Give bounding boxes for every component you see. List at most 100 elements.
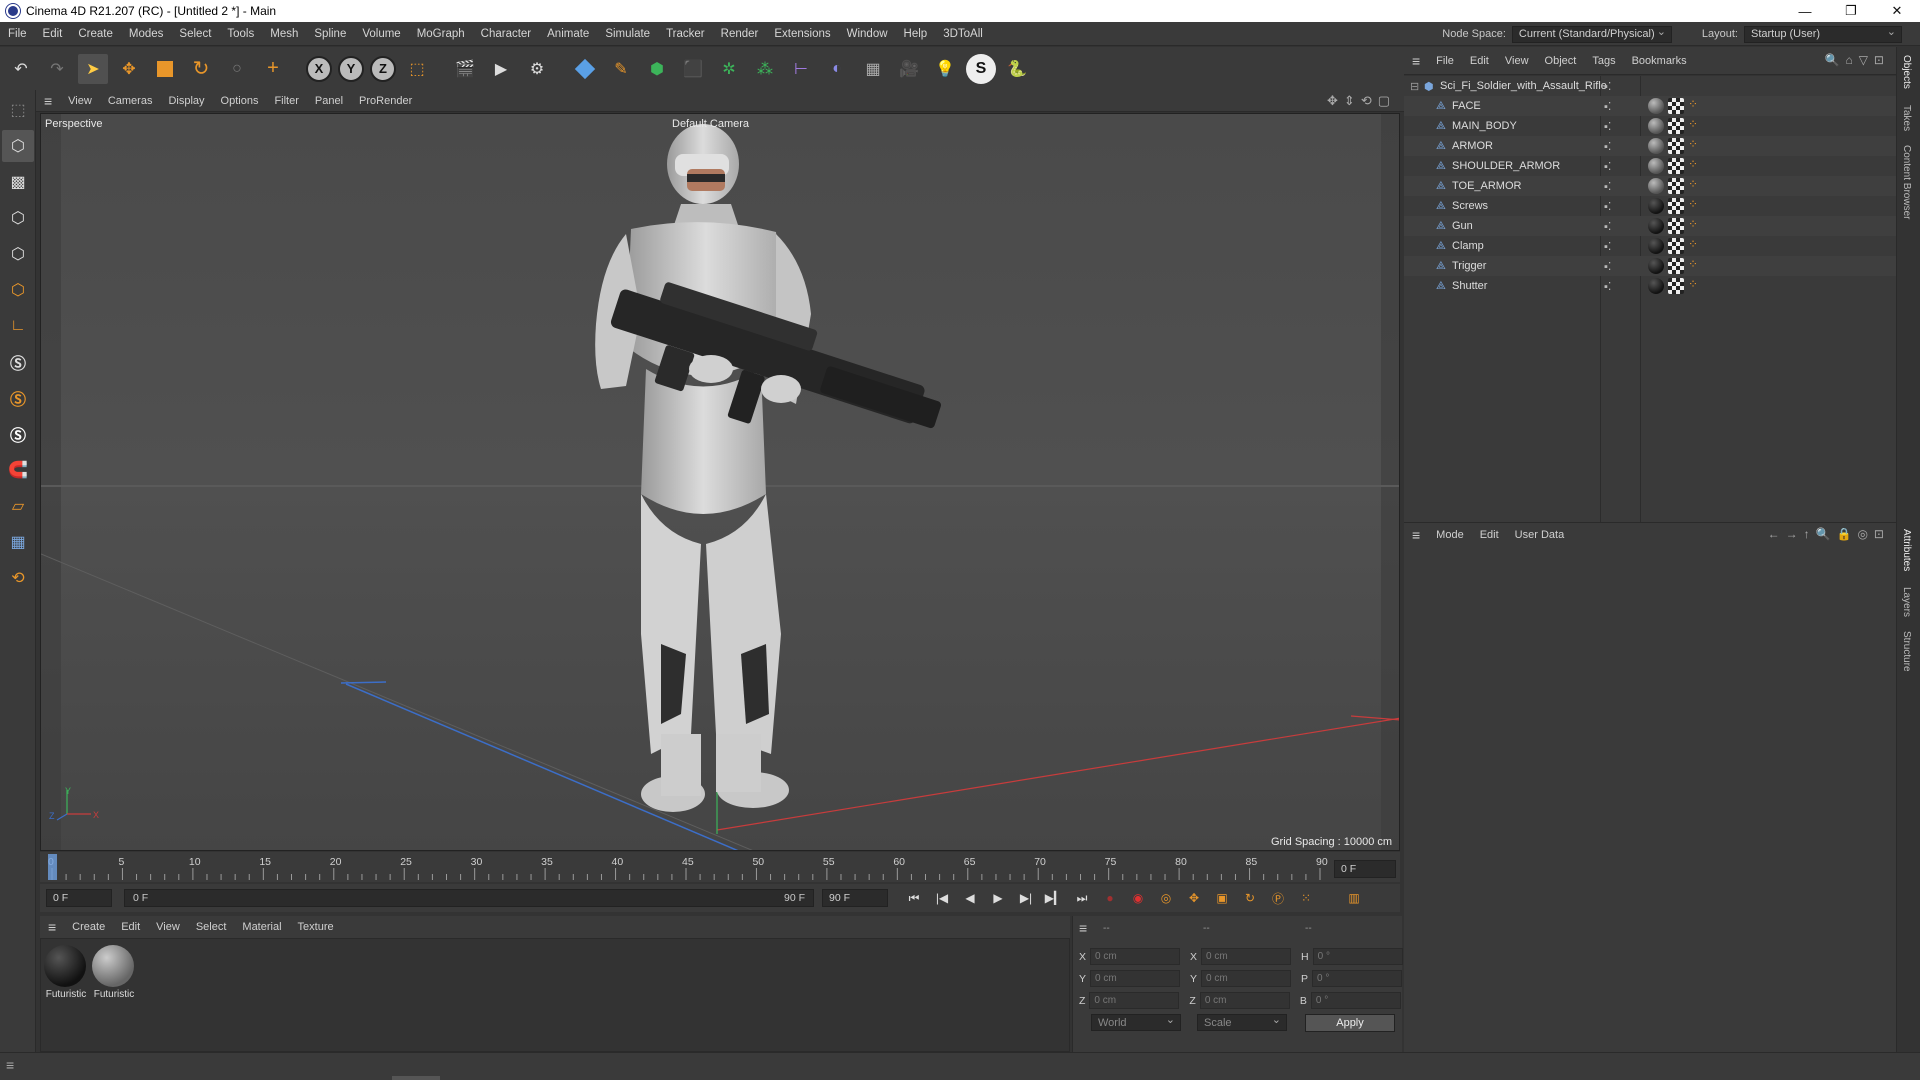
visibility-toggle-icon[interactable]: ▪⁚: [1604, 180, 1611, 193]
status-hamburger-icon[interactable]: ≡: [6, 1057, 14, 1073]
pos-y-field[interactable]: 0 cm: [1090, 970, 1181, 987]
menu-character[interactable]: Character: [473, 28, 540, 40]
object-menu-tags[interactable]: Tags: [1584, 55, 1623, 67]
menu-tracker[interactable]: Tracker: [658, 28, 713, 40]
selection-tag-icon[interactable]: ⁘: [1688, 117, 1698, 131]
pen-spline-icon[interactable]: ✎: [606, 54, 636, 84]
timeline-window-icon[interactable]: ▥: [1342, 887, 1366, 909]
selection-tag-icon[interactable]: ⁘: [1688, 137, 1698, 151]
selection-tag-icon[interactable]: ⁘: [1688, 157, 1698, 171]
playhead-marker[interactable]: [48, 854, 57, 880]
viewport-menu-display[interactable]: Display: [160, 95, 212, 107]
uvw-tag-icon[interactable]: [1668, 158, 1684, 174]
uvw-tag-icon[interactable]: [1668, 258, 1684, 274]
previous-key-icon[interactable]: |◀: [930, 887, 954, 909]
material-swatch[interactable]: Futuristic: [91, 945, 135, 1000]
menu-modes[interactable]: Modes: [121, 28, 172, 40]
scale-icon[interactable]: [150, 54, 180, 84]
visibility-toggle-icon[interactable]: ▪⁚: [1604, 160, 1611, 173]
3d-viewport[interactable]: Perspective Default Camera Grid Spacing …: [40, 113, 1400, 851]
minimize-button[interactable]: —: [1782, 0, 1828, 22]
viewport-menu-cameras[interactable]: Cameras: [100, 95, 161, 107]
visibility-toggle-icon[interactable]: ▪⁚: [1604, 220, 1611, 233]
move-icon[interactable]: ✥: [114, 54, 144, 84]
lock-workplane-icon[interactable]: ▦: [2, 526, 34, 558]
selection-tag-icon[interactable]: ⁘: [1688, 217, 1698, 231]
active-camera-label[interactable]: Default Camera: [672, 118, 749, 130]
recent-tool-icon[interactable]: ○: [222, 54, 252, 84]
object-row[interactable]: ⟁ MAIN_BODY ▪⁚ ⁘: [1404, 116, 1896, 136]
axis-x-toggle[interactable]: X: [306, 55, 332, 82]
visibility-toggle-icon[interactable]: ▪⁚: [1604, 260, 1611, 273]
end-frame-field[interactable]: 90 F: [822, 889, 888, 907]
material-tag-icon[interactable]: [1648, 198, 1664, 214]
material-menu-select[interactable]: Select: [188, 921, 235, 933]
material-tag-icon[interactable]: [1648, 278, 1664, 294]
menu-simulate[interactable]: Simulate: [597, 28, 658, 40]
close-button[interactable]: ✕: [1874, 0, 1920, 22]
redo-icon[interactable]: ↷: [42, 54, 72, 84]
rot-h-field[interactable]: 0 °: [1312, 948, 1403, 965]
viewport-menu-options[interactable]: Options: [213, 95, 267, 107]
object-row[interactable]: ⟁ Gun ▪⁚ ⁘: [1404, 216, 1896, 236]
viewport-hamburger-icon[interactable]: ≡: [36, 93, 60, 109]
mograph-effector-icon[interactable]: ⁂: [750, 54, 780, 84]
extrude-generator-icon[interactable]: ⬛: [678, 54, 708, 84]
record-parameter-icon[interactable]: Ⓟ: [1266, 887, 1290, 909]
uvw-tag-icon[interactable]: [1668, 118, 1684, 134]
next-key-icon[interactable]: ▶▎: [1042, 887, 1066, 909]
collapse-icon[interactable]: ⊟: [1410, 80, 1419, 93]
menu-volume[interactable]: Volume: [354, 28, 408, 40]
apply-button[interactable]: Apply: [1305, 1014, 1395, 1032]
selection-tag-icon[interactable]: ⁘: [1688, 277, 1698, 291]
model-mode-icon[interactable]: ⬡: [2, 130, 34, 162]
deformer-icon[interactable]: ⊢: [786, 54, 816, 84]
live-selection-icon[interactable]: ➤: [78, 53, 108, 84]
camera-icon[interactable]: 🎥: [894, 54, 924, 84]
material-tag-icon[interactable]: [1648, 238, 1664, 254]
menu-tools[interactable]: Tools: [219, 28, 262, 40]
tab-attributes[interactable]: Attributes: [1901, 529, 1912, 571]
points-mode-icon[interactable]: ⬡: [2, 202, 34, 234]
object-row[interactable]: ⟁ Screws ▪⁚ ⁘: [1404, 196, 1896, 216]
object-row[interactable]: ⟁ Shutter ▪⁚ ⁘: [1404, 276, 1896, 296]
start-frame-field[interactable]: 0 F: [46, 889, 112, 907]
material-menu-edit[interactable]: Edit: [113, 921, 148, 933]
menu-help[interactable]: Help: [896, 28, 936, 40]
menu-mograph[interactable]: MoGraph: [409, 28, 473, 40]
object-menu-file[interactable]: File: [1428, 55, 1462, 67]
solo-icon[interactable]: Ⓢ: [2, 346, 34, 378]
previous-frame-icon[interactable]: ◀: [958, 887, 982, 909]
make-editable-icon[interactable]: ⬚: [2, 94, 34, 126]
snap-icon[interactable]: 🧲: [2, 454, 34, 486]
next-frame-icon[interactable]: ▶|: [1014, 887, 1038, 909]
material-tag-icon[interactable]: [1648, 178, 1664, 194]
menu-mesh[interactable]: Mesh: [262, 28, 306, 40]
attribute-nav-icons[interactable]: ←→↑🔍🔒◎⊡: [1768, 527, 1890, 541]
record-scale-icon[interactable]: ▣: [1210, 887, 1234, 909]
menu-window[interactable]: Window: [839, 28, 896, 40]
edges-mode-icon[interactable]: ⬡: [2, 238, 34, 270]
record-position-icon[interactable]: ✥: [1182, 887, 1206, 909]
render-view-icon[interactable]: 🎬: [450, 54, 480, 84]
object-row[interactable]: ⟁ ARMOR ▪⁚ ⁘: [1404, 136, 1896, 156]
cloner-icon[interactable]: ✲: [714, 54, 744, 84]
material-tag-icon[interactable]: [1648, 218, 1664, 234]
tab-layers[interactable]: Layers: [1901, 587, 1912, 617]
viewport-menu-filter[interactable]: Filter: [266, 95, 306, 107]
axis-mode-icon[interactable]: ∟: [2, 310, 34, 342]
viewport-menu-view[interactable]: View: [60, 95, 100, 107]
visibility-toggle-icon[interactable]: ▪⁚: [1604, 100, 1611, 113]
viewport-menu-prorender[interactable]: ProRender: [351, 95, 420, 107]
play-icon[interactable]: ▶: [986, 887, 1010, 909]
visibility-toggle-icon[interactable]: ▪⁚: [1604, 240, 1611, 253]
material-tag-icon[interactable]: [1648, 258, 1664, 274]
attribute-menu-user-data[interactable]: User Data: [1507, 529, 1573, 541]
solo-off-icon[interactable]: Ⓢ: [2, 418, 34, 450]
attribute-menu-mode[interactable]: Mode: [1428, 529, 1472, 541]
material-tag-icon[interactable]: [1648, 98, 1664, 114]
object-row[interactable]: ⟁ Trigger ▪⁚ ⁘: [1404, 256, 1896, 276]
visibility-toggle-icon[interactable]: ▪⁚: [1604, 200, 1611, 213]
render-settings-icon[interactable]: ⚙: [522, 54, 552, 84]
menu-animate[interactable]: Animate: [539, 28, 597, 40]
